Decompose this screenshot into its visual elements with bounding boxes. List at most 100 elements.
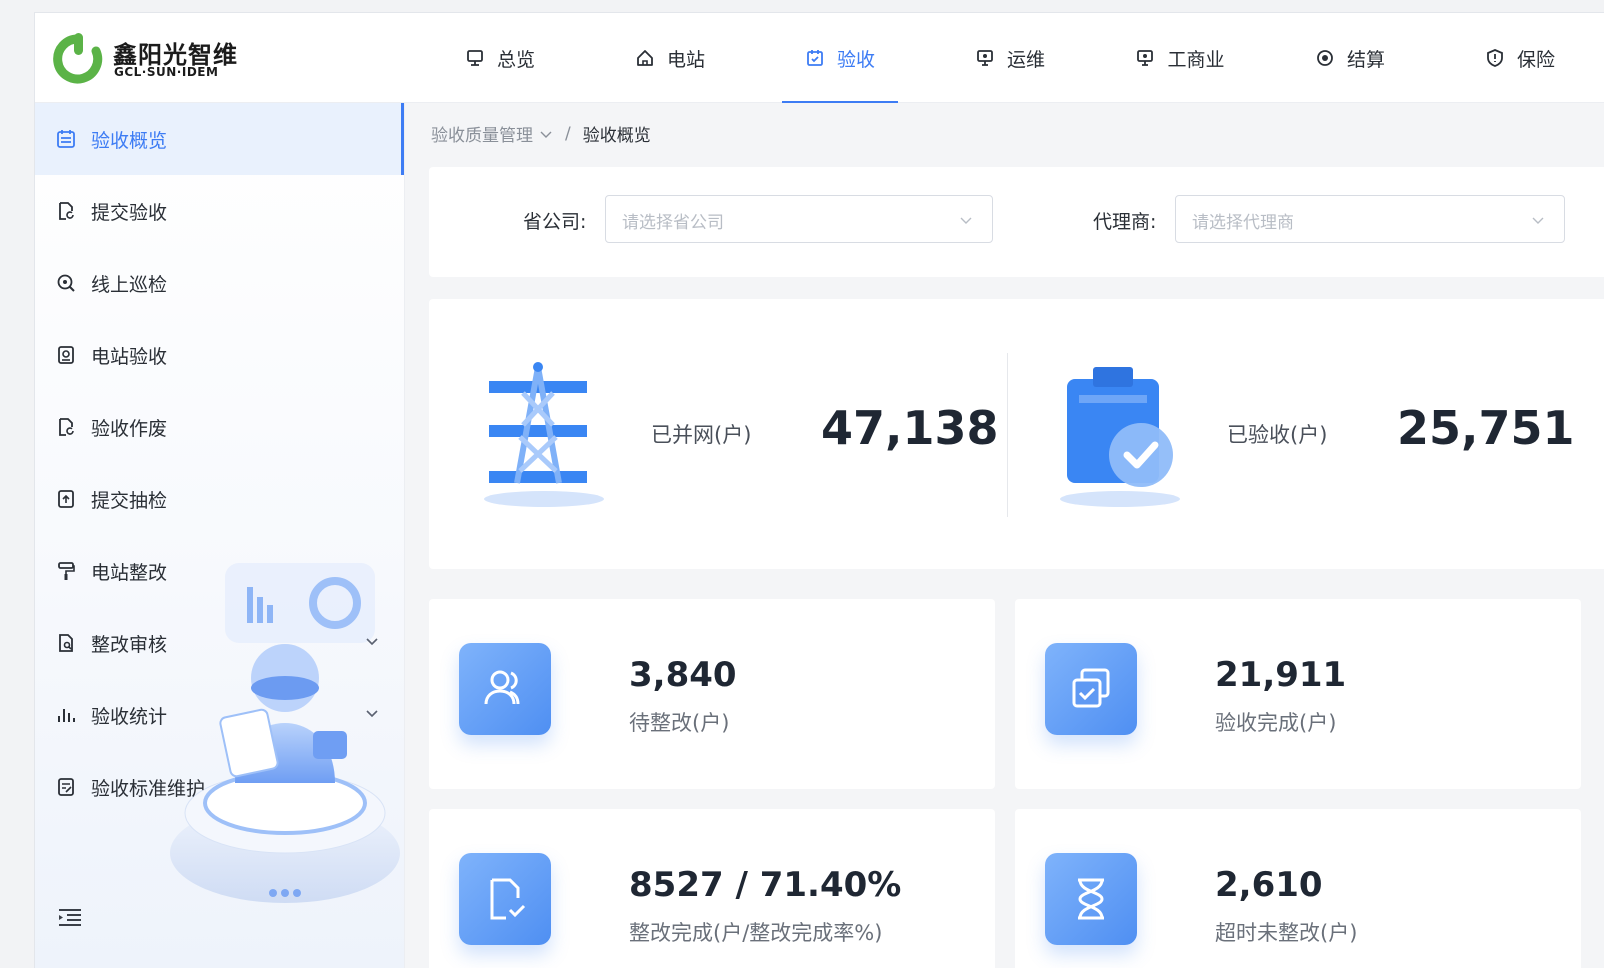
tab-maintenance[interactable]: 运维 xyxy=(925,13,1095,103)
brand-logo[interactable]: 鑫阳光智维 GCL·SUN·IDEM xyxy=(51,29,251,85)
card-value: 2,610 xyxy=(1215,865,1323,905)
sidebar-item-submit-acceptance[interactable]: 提交验收 xyxy=(35,175,404,247)
sidebar-item-online-inspection[interactable]: 线上巡检 xyxy=(35,247,404,319)
sidebar-item-acceptance-standards[interactable]: 验收标准维护 xyxy=(35,751,404,823)
tab-commercial[interactable]: 工商业 xyxy=(1095,13,1265,103)
tab-settlement[interactable]: 结算 xyxy=(1265,13,1435,103)
file-refresh-icon xyxy=(59,202,74,220)
paint-roller-icon xyxy=(58,562,75,580)
sidebar: 验收概览 提交验收 线上巡检 电站验收 验收作废 提交抽检 电站整改 整改审核 xyxy=(35,103,405,968)
breadcrumb-parent[interactable]: 验收质量管理 xyxy=(431,121,533,146)
file-refresh-icon xyxy=(490,878,526,920)
sidebar-item-label: 整改审核 xyxy=(91,633,168,656)
menu-fold-icon[interactable] xyxy=(55,903,85,933)
card-label: 超时未整改(户) xyxy=(1215,921,1358,945)
top-header: 鑫阳光智维 GCL·SUN·IDEM 总览 电站 验收 运维 工商业 结算 保险 xyxy=(35,13,1604,103)
coin-icon xyxy=(1317,50,1333,66)
clipboard-check-icon xyxy=(1060,367,1180,507)
card-label: 验收完成(户) xyxy=(1215,711,1337,735)
sidebar-item-rectification-review[interactable]: 整改审核 xyxy=(35,607,404,679)
agent-select-placeholder: 请选择代理商 xyxy=(1192,213,1294,233)
card-value: 21,911 xyxy=(1215,655,1347,695)
tab-acceptance-label: 验收 xyxy=(836,48,875,71)
breadcrumb-current: 验收概览 xyxy=(582,126,651,146)
file-refresh-icon xyxy=(59,418,74,436)
card-value: 8527 / 71.40% xyxy=(629,865,902,905)
summary-divider xyxy=(1007,353,1008,517)
card-icon-box xyxy=(459,643,551,735)
sidebar-item-acceptance-statistics[interactable]: 验收统计 xyxy=(35,679,404,751)
main-content: 验收质量管理 / 验收概览 省公司: 请选择省公司 代理商: 请选择代理商 已并… xyxy=(405,103,1604,968)
sidebar-item-label: 线上巡检 xyxy=(91,273,168,296)
overdue-rectification-card[interactable]: 2,610 超时未整改(户) xyxy=(1015,809,1581,968)
shield-icon xyxy=(1487,49,1503,67)
bar-chart-icon xyxy=(58,709,75,722)
file-upload-icon xyxy=(58,490,74,508)
file-edit-icon xyxy=(58,778,74,796)
home-icon xyxy=(637,50,653,66)
tab-overview-label: 总览 xyxy=(496,48,535,71)
chevron-down-icon[interactable] xyxy=(539,127,553,141)
tab-commercial-label: 工商业 xyxy=(1167,48,1225,71)
tab-insurance[interactable]: 保险 xyxy=(1435,13,1604,103)
copy-check-icon xyxy=(1072,668,1110,708)
grid-connected-value: 47,138 xyxy=(821,401,999,455)
card-label: 待整改(户) xyxy=(629,711,730,735)
province-select-placeholder: 请选择省公司 xyxy=(622,213,724,233)
presentation-icon xyxy=(1137,50,1154,66)
summary-panel: 已并网(户) 47,138 已验收(户) 25,751 xyxy=(429,299,1604,569)
sidebar-item-label: 提交验收 xyxy=(91,201,168,224)
tab-maintenance-label: 运维 xyxy=(1006,48,1045,71)
acceptance-complete-card[interactable]: 21,911 验收完成(户) xyxy=(1015,599,1581,789)
calendar-icon xyxy=(57,130,75,148)
sidebar-item-label: 验收概览 xyxy=(91,129,168,152)
chevron-down-icon xyxy=(1532,217,1544,224)
agent-select[interactable]: 请选择代理商 xyxy=(1175,195,1565,243)
pending-rectification-card[interactable]: 3,840 待整改(户) xyxy=(429,599,995,789)
tab-station[interactable]: 电站 xyxy=(585,13,755,103)
tab-insurance-label: 保险 xyxy=(1516,48,1555,71)
sidebar-item-label: 验收统计 xyxy=(91,705,168,728)
sidebar-item-station-acceptance[interactable]: 电站验收 xyxy=(35,319,404,391)
accepted-label: 已验收(户) xyxy=(1227,423,1328,447)
chevron-down-icon[interactable] xyxy=(364,633,380,649)
tab-acceptance[interactable]: 验收 xyxy=(755,13,925,103)
sidebar-item-label: 验收标准维护 xyxy=(91,777,206,800)
tab-settlement-label: 结算 xyxy=(1346,48,1385,71)
sidebar-item-label: 验收作废 xyxy=(91,417,168,440)
province-filter-label: 省公司: xyxy=(523,211,587,233)
users-icon xyxy=(484,670,520,705)
breadcrumb: 验收质量管理 / 验收概览 xyxy=(431,121,651,147)
sidebar-item-label: 提交抽检 xyxy=(91,489,168,512)
top-nav: 总览 电站 验收 运维 工商业 结算 保险 xyxy=(415,13,1604,103)
card-icon-box xyxy=(1045,643,1137,735)
logo-power-icon xyxy=(53,33,103,84)
hourglass-icon xyxy=(1078,878,1104,920)
sidebar-item-label: 电站验收 xyxy=(91,345,168,368)
zoom-search-icon xyxy=(57,274,75,292)
power-tower-icon xyxy=(484,362,604,507)
sidebar-item-acceptance-overview[interactable]: 验收概览 xyxy=(35,103,404,175)
sidebar-item-station-rectification[interactable]: 电站整改 xyxy=(35,535,404,607)
sidebar-item-submit-sampling[interactable]: 提交抽检 xyxy=(35,463,404,535)
presentation-icon xyxy=(977,50,993,66)
province-select[interactable]: 请选择省公司 xyxy=(605,195,993,243)
grid-connected-label: 已并网(户) xyxy=(651,423,752,447)
chevron-down-icon[interactable] xyxy=(364,705,380,721)
card-icon-box xyxy=(459,853,551,945)
accepted-value: 25,751 xyxy=(1397,401,1575,455)
card-icon-box xyxy=(1045,853,1137,945)
sidebar-item-acceptance-void[interactable]: 验收作废 xyxy=(35,391,404,463)
agent-filter-label: 代理商: xyxy=(1093,211,1157,233)
app-frame: 鑫阳光智维 GCL·SUN·IDEM 总览 电站 验收 运维 工商业 结算 保险… xyxy=(34,12,1604,968)
file-view-icon xyxy=(58,346,74,364)
card-value: 3,840 xyxy=(629,655,737,695)
card-label: 整改完成(户/整改完成率%) xyxy=(629,921,883,945)
file-search-icon xyxy=(59,634,73,652)
rectification-complete-card[interactable]: 8527 / 71.40% 整改完成(户/整改完成率%) xyxy=(429,809,995,968)
filter-panel: 省公司: 请选择省公司 代理商: 请选择代理商 xyxy=(429,167,1604,277)
brand-name-en: GCL·SUN·IDEM xyxy=(114,65,219,79)
calendar-check-icon xyxy=(807,50,823,66)
tab-overview[interactable]: 总览 xyxy=(415,13,585,103)
tab-station-label: 电站 xyxy=(666,48,705,71)
